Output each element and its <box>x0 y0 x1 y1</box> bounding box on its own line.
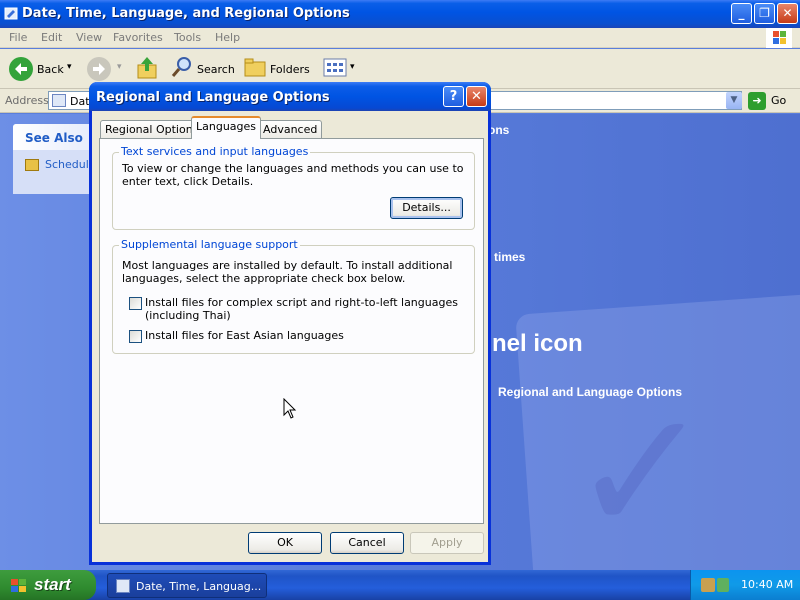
back-button-label[interactable]: Back <box>37 63 64 76</box>
clock[interactable]: 10:40 AM <box>741 578 793 591</box>
text-services-description: To view or change the languages and meth… <box>122 162 464 188</box>
views-dropdown-icon[interactable]: ▾ <box>350 62 355 72</box>
menu-favorites[interactable]: Favorites <box>113 31 163 44</box>
checkmark-graphic-icon: ✓ <box>570 374 713 570</box>
menu-file[interactable]: File <box>9 31 27 44</box>
east-asian-checkbox[interactable] <box>129 330 142 343</box>
main-title-bar: Date, Time, Language, and Regional Optio… <box>0 0 800 28</box>
start-label: start <box>34 575 71 594</box>
address-label: Address <box>5 94 49 107</box>
complex-script-checkbox[interactable] <box>129 297 142 310</box>
background-text-times: times <box>494 250 526 264</box>
go-arrow-icon[interactable]: ➜ <box>748 92 766 110</box>
background-heading: nel icon <box>492 330 583 357</box>
folder-page-icon <box>52 94 66 107</box>
control-panel-icon <box>4 6 19 21</box>
control-panel-icon <box>116 579 130 593</box>
menu-view[interactable]: View <box>76 31 102 44</box>
forward-arrow-icon[interactable] <box>87 57 111 81</box>
languages-tab-panel: Text services and input languages To vie… <box>99 138 484 524</box>
east-asian-label[interactable]: Install files for East Asian languages <box>145 329 470 342</box>
search-icon[interactable] <box>170 55 194 82</box>
network-icon[interactable] <box>701 578 715 592</box>
supplemental-description: Most languages are installed by default.… <box>122 259 453 285</box>
menu-help[interactable]: Help <box>215 31 240 44</box>
close-button[interactable]: ✕ <box>777 3 798 24</box>
ok-button[interactable]: OK <box>248 532 322 554</box>
minimize-button[interactable]: _ <box>731 3 752 24</box>
regional-options-link[interactable]: Regional and Language Options <box>498 385 682 399</box>
menu-bar: File Edit View Favorites Tools Help <box>0 28 800 48</box>
up-folder-icon[interactable] <box>136 55 160 84</box>
taskbar-window-label: Date, Time, Languag... <box>136 580 262 593</box>
regional-language-dialog: Regional and Language Options ? ✕ Region… <box>89 82 491 565</box>
volume-icon[interactable] <box>717 578 729 592</box>
scheduled-tasks-icon <box>25 159 39 171</box>
views-icon[interactable] <box>323 58 347 81</box>
details-button[interactable]: Details... <box>390 197 463 219</box>
back-dropdown-icon[interactable]: ▾ <box>67 62 72 72</box>
system-tray: 10:40 AM <box>690 570 800 600</box>
folders-icon[interactable] <box>243 56 267 81</box>
dialog-title: Regional and Language Options <box>96 90 330 105</box>
start-button[interactable]: start <box>0 570 96 600</box>
search-button-label[interactable]: Search <box>197 63 235 76</box>
menu-tools[interactable]: Tools <box>174 31 201 44</box>
taskbar: start Date, Time, Languag... 10:40 AM <box>0 570 800 600</box>
go-button-label[interactable]: Go <box>771 94 786 107</box>
cancel-button[interactable]: Cancel <box>330 532 404 554</box>
see-also-item-label: Schedule <box>45 158 96 171</box>
help-button[interactable]: ? <box>443 86 464 107</box>
tab-languages[interactable]: Languages <box>191 116 262 139</box>
menu-edit[interactable]: Edit <box>41 31 62 44</box>
background-text-ons: ons <box>488 123 510 137</box>
address-dropdown-icon[interactable]: ▼ <box>726 92 742 109</box>
taskbar-window-button[interactable]: Date, Time, Languag... <box>107 573 267 598</box>
forward-dropdown-icon[interactable]: ▾ <box>117 62 122 72</box>
maximize-button[interactable]: ❐ <box>754 3 775 24</box>
windows-logo-icon <box>766 28 792 48</box>
complex-script-label[interactable]: Install files for complex script and rig… <box>145 296 470 322</box>
apply-button[interactable]: Apply <box>410 532 484 554</box>
window-title: Date, Time, Language, and Regional Optio… <box>22 6 350 21</box>
back-arrow-icon[interactable] <box>9 57 33 81</box>
text-services-heading: Text services and input languages <box>119 145 311 158</box>
folders-button-label[interactable]: Folders <box>270 63 310 76</box>
dialog-title-bar: Regional and Language Options ? ✕ <box>89 82 491 111</box>
see-also-item[interactable]: Schedule <box>25 158 96 171</box>
address-value: Dat <box>70 95 90 108</box>
supplemental-group: Supplemental language support Most langu… <box>112 238 475 354</box>
dialog-close-button[interactable]: ✕ <box>466 86 487 107</box>
supplemental-heading: Supplemental language support <box>119 238 300 251</box>
windows-flag-icon <box>10 578 28 597</box>
tab-regional-options[interactable]: Regional Options <box>100 120 204 138</box>
tab-advanced[interactable]: Advanced <box>258 120 323 138</box>
text-services-group: Text services and input languages To vie… <box>112 145 475 230</box>
